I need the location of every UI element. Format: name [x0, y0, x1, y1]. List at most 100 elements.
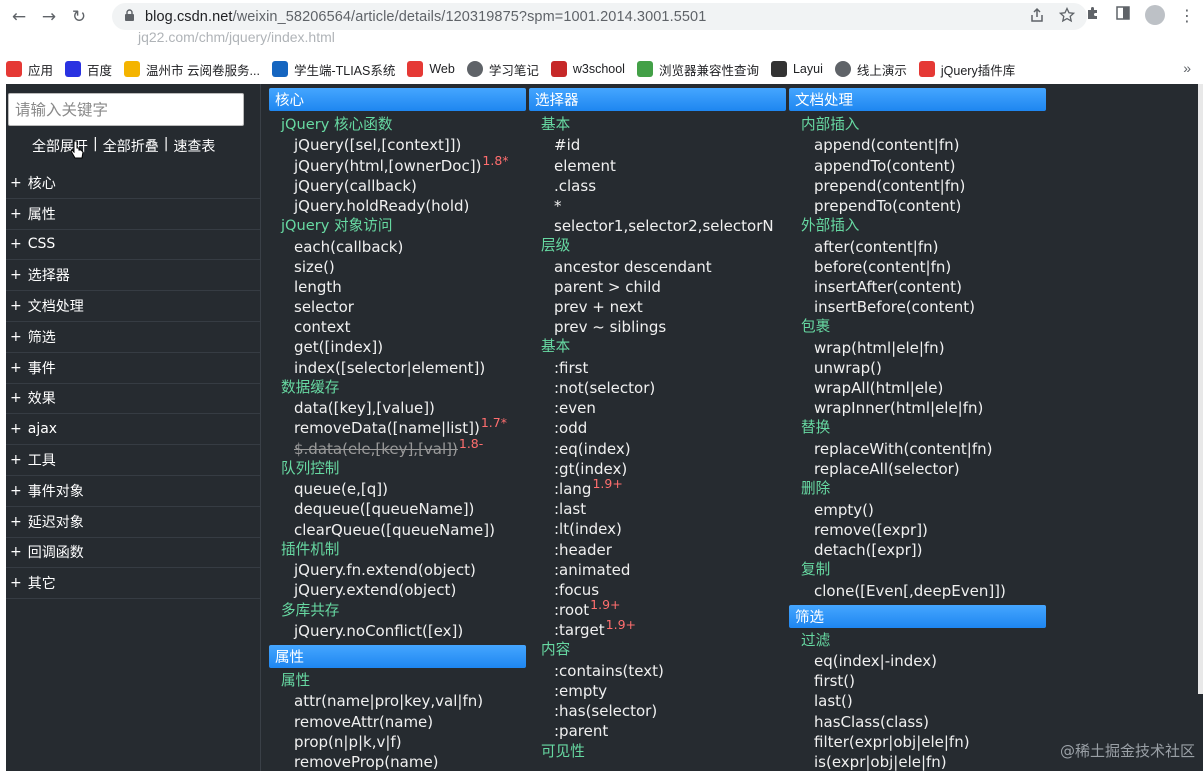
api-link[interactable]: insertAfter(content) — [789, 277, 1046, 297]
sidebar-category[interactable]: + 事件对象 — [6, 476, 260, 507]
api-link[interactable]: queue(e,[q]) — [269, 479, 526, 499]
api-link[interactable]: replaceAll(selector) — [789, 459, 1046, 479]
api-link[interactable]: :even — [529, 398, 786, 418]
api-link[interactable]: removeAttr(name) — [269, 712, 526, 732]
section-header[interactable]: 选择器 — [529, 88, 786, 111]
share-icon[interactable] — [1029, 7, 1045, 27]
api-link[interactable]: prev ~ siblings — [529, 317, 786, 337]
api-link[interactable]: eq(index|-index) — [789, 651, 1046, 671]
page-scrollbar[interactable] — [1198, 84, 1203, 694]
chevron-more-icon[interactable]: » — [1183, 60, 1191, 76]
api-link[interactable]: :animated — [529, 560, 786, 580]
bookmark-item[interactable]: jQuery插件库 — [913, 57, 1021, 81]
address-bar[interactable]: blog.csdn.net/weixin_58206564/article/de… — [112, 3, 1087, 30]
api-link[interactable]: :not(selector) — [529, 378, 786, 398]
api-link[interactable]: selector1,selector2,selectorN — [529, 216, 786, 236]
api-link[interactable]: :gt(index) — [529, 459, 786, 479]
api-link[interactable]: clone([Even[,deepEven]]) — [789, 581, 1046, 601]
api-link[interactable]: :eq(index) — [529, 439, 786, 459]
bookmark-item[interactable]: 百度 — [59, 57, 118, 81]
api-link[interactable]: appendTo(content) — [789, 156, 1046, 176]
sidebar-category[interactable]: + 筛选 — [6, 322, 260, 353]
api-link[interactable]: unwrap() — [789, 358, 1046, 378]
bookmark-item[interactable]: w3school — [545, 57, 631, 81]
api-link[interactable]: :first — [529, 358, 786, 378]
api-link[interactable]: :parent — [529, 721, 786, 741]
api-link[interactable]: jQuery.noConflict([ex]) — [269, 621, 526, 641]
api-link[interactable]: .class — [529, 176, 786, 196]
api-link[interactable]: parent > child — [529, 277, 786, 297]
api-link[interactable]: first() — [789, 671, 1046, 691]
api-link[interactable]: after(content|fn) — [789, 237, 1046, 257]
api-link[interactable]: #id — [529, 135, 786, 155]
api-link[interactable]: :odd — [529, 418, 786, 438]
sidebar-category[interactable]: + 工具 — [6, 445, 260, 476]
bookmark-item[interactable]: 温州市 云阅卷服务... — [118, 57, 266, 81]
bookmark-item[interactable]: 应用 — [0, 57, 59, 81]
api-link[interactable]: :focus — [529, 580, 786, 600]
api-link[interactable]: :contains(text) — [529, 661, 786, 681]
api-link[interactable]: wrapInner(html|ele|fn) — [789, 398, 1046, 418]
api-link[interactable]: jQuery(html,[ownerDoc])1.8* — [269, 153, 526, 176]
api-link[interactable]: clearQueue([queueName]) — [269, 520, 526, 540]
search-input[interactable] — [15, 100, 243, 119]
api-link[interactable]: removeData([name|list])1.7* — [269, 415, 526, 438]
api-link[interactable]: empty() — [789, 500, 1046, 520]
api-link[interactable]: filter(expr|obj|ele|fn) — [789, 732, 1046, 752]
api-link[interactable]: prop(n|p|k,v|f) — [269, 732, 526, 752]
bookmark-item[interactable]: 学生端-TLIAS系统 — [266, 57, 401, 81]
sidebar-category[interactable]: + 其它 — [6, 568, 260, 600]
api-link[interactable]: jQuery.fn.extend(object) — [269, 560, 526, 580]
sidebar-category[interactable]: + 核心 — [6, 168, 260, 199]
api-link[interactable]: * — [529, 196, 786, 216]
api-link[interactable]: dequeue([queueName]) — [269, 499, 526, 519]
side-panel-icon[interactable] — [1115, 5, 1131, 25]
api-link[interactable]: :root1.9+ — [529, 597, 786, 620]
api-link[interactable]: get([index]) — [269, 337, 526, 357]
extensions-puzzle-icon[interactable] — [1085, 5, 1101, 25]
sidebar-category[interactable]: + 文档处理 — [6, 291, 260, 322]
bookmark-item[interactable]: Layui — [765, 57, 829, 81]
api-link[interactable]: replaceWith(content|fn) — [789, 439, 1046, 459]
api-link[interactable]: remove([expr]) — [789, 520, 1046, 540]
api-link[interactable]: index([selector|element]) — [269, 358, 526, 378]
api-link[interactable]: is(expr|obj|ele|fn) — [789, 752, 1046, 771]
api-link[interactable]: detach([expr]) — [789, 540, 1046, 560]
collapse-all-link[interactable]: 全部折叠 — [103, 136, 159, 156]
bookmark-item[interactable]: 学习笔记 — [461, 57, 545, 81]
sidebar-category[interactable]: + 事件 — [6, 353, 260, 384]
api-link[interactable]: jQuery.holdReady(hold) — [269, 196, 526, 216]
api-link[interactable]: hasClass(class) — [789, 712, 1046, 732]
bookmark-item[interactable]: 浏览器兼容性查询 — [631, 57, 765, 81]
api-link[interactable]: jQuery(callback) — [269, 176, 526, 196]
sidebar-category[interactable]: + ajax — [6, 414, 260, 446]
search-box[interactable] — [8, 93, 244, 126]
api-link[interactable]: :lang1.9+ — [529, 476, 786, 499]
api-link[interactable]: element — [529, 156, 786, 176]
api-link[interactable]: selector — [269, 297, 526, 317]
sidebar-category[interactable]: + 回调函数 — [6, 538, 260, 569]
api-link[interactable]: jQuery.extend(object) — [269, 580, 526, 600]
section-header[interactable]: 属性 — [269, 645, 526, 669]
back-arrow-icon[interactable]: ← — [8, 6, 30, 28]
api-link[interactable]: append(content|fn) — [789, 135, 1046, 155]
sidebar-category[interactable]: + CSS — [6, 230, 260, 261]
api-link[interactable]: :target1.9+ — [529, 617, 786, 640]
section-header[interactable]: 筛选 — [789, 604, 1046, 628]
api-link[interactable]: each(callback) — [269, 237, 526, 257]
section-header[interactable]: 核心 — [269, 88, 526, 111]
api-link[interactable]: :header — [529, 540, 786, 560]
sidebar-category[interactable]: + 选择器 — [6, 260, 260, 292]
api-link[interactable]: $.data(ele,[key],[val])1.8- — [269, 436, 526, 459]
api-link[interactable]: prependTo(content) — [789, 196, 1046, 216]
quick-reference-link[interactable]: 速查表 — [173, 136, 215, 156]
api-link[interactable]: wrap(html|ele|fn) — [789, 338, 1046, 358]
sidebar-category[interactable]: + 属性 — [6, 199, 260, 230]
reload-icon[interactable]: ↻ — [68, 6, 90, 28]
sidebar-category[interactable]: + 延迟对象 — [6, 507, 260, 538]
api-link[interactable]: removeProp(name) — [269, 752, 526, 771]
api-link[interactable]: wrapAll(html|ele) — [789, 378, 1046, 398]
profile-avatar[interactable] — [1145, 5, 1165, 25]
section-header[interactable]: 文档处理 — [789, 88, 1046, 111]
api-link[interactable]: prepend(content|fn) — [789, 176, 1046, 196]
